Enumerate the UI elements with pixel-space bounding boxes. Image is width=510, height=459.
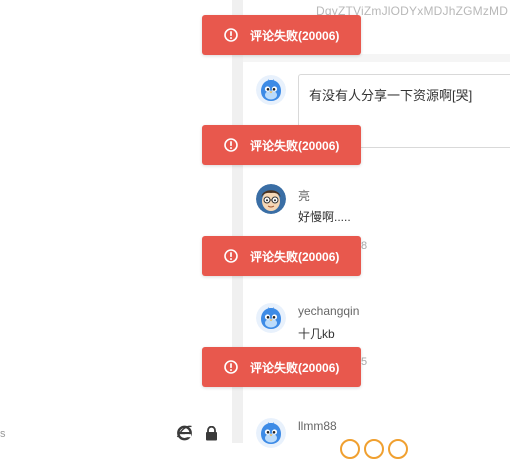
comment-text: 好慢啊..... [298,210,351,224]
blue-bird-avatar-icon [256,75,286,105]
left-pane: s [0,0,232,443]
error-toast-label: 评论失败(20006) [250,28,340,43]
cartoon-boy-avatar-icon [256,184,286,214]
comment-avatar[interactable] [256,418,286,448]
alert-circle-icon [224,249,238,263]
comment-username[interactable]: yechangqin [298,304,359,318]
comment-input-value[interactable]: 有没有人分享一下资源啊[哭] [309,85,472,104]
alert-circle-icon [224,138,238,152]
error-toast[interactable]: 评论失败(20006) [202,347,361,387]
comment-username[interactable]: 亮 [298,187,310,204]
alert-circle-icon [224,28,238,42]
comment-meta: 5 [361,356,368,368]
comment-avatar[interactable] [256,184,286,214]
comment-avatar[interactable] [256,303,286,333]
error-toast-label: 评论失败(20006) [250,138,340,153]
lock-icon[interactable] [205,426,218,441]
comment-text: 十几kb [298,327,335,341]
header-separator [243,54,510,62]
reaction-icon[interactable] [388,439,408,459]
error-toast-label: 评论失败(20006) [250,249,340,264]
error-toast-label: 评论失败(20006) [250,360,340,375]
blue-bird-avatar-icon [256,303,286,333]
comment-meta: 8 [361,240,368,252]
alert-circle-icon [224,360,238,374]
current-user-avatar[interactable] [256,75,286,105]
left-edge-text: s [0,428,6,440]
reaction-icon[interactable] [364,439,384,459]
blue-bird-avatar-icon [256,418,286,448]
comment-username[interactable]: llmm88 [298,419,337,433]
ie-browser-icon[interactable] [176,424,193,441]
error-toast[interactable]: 评论失败(20006) [202,125,361,165]
reaction-icon[interactable] [340,439,360,459]
error-toast[interactable]: 评论失败(20006) [202,15,361,55]
error-toast[interactable]: 评论失败(20006) [202,236,361,276]
